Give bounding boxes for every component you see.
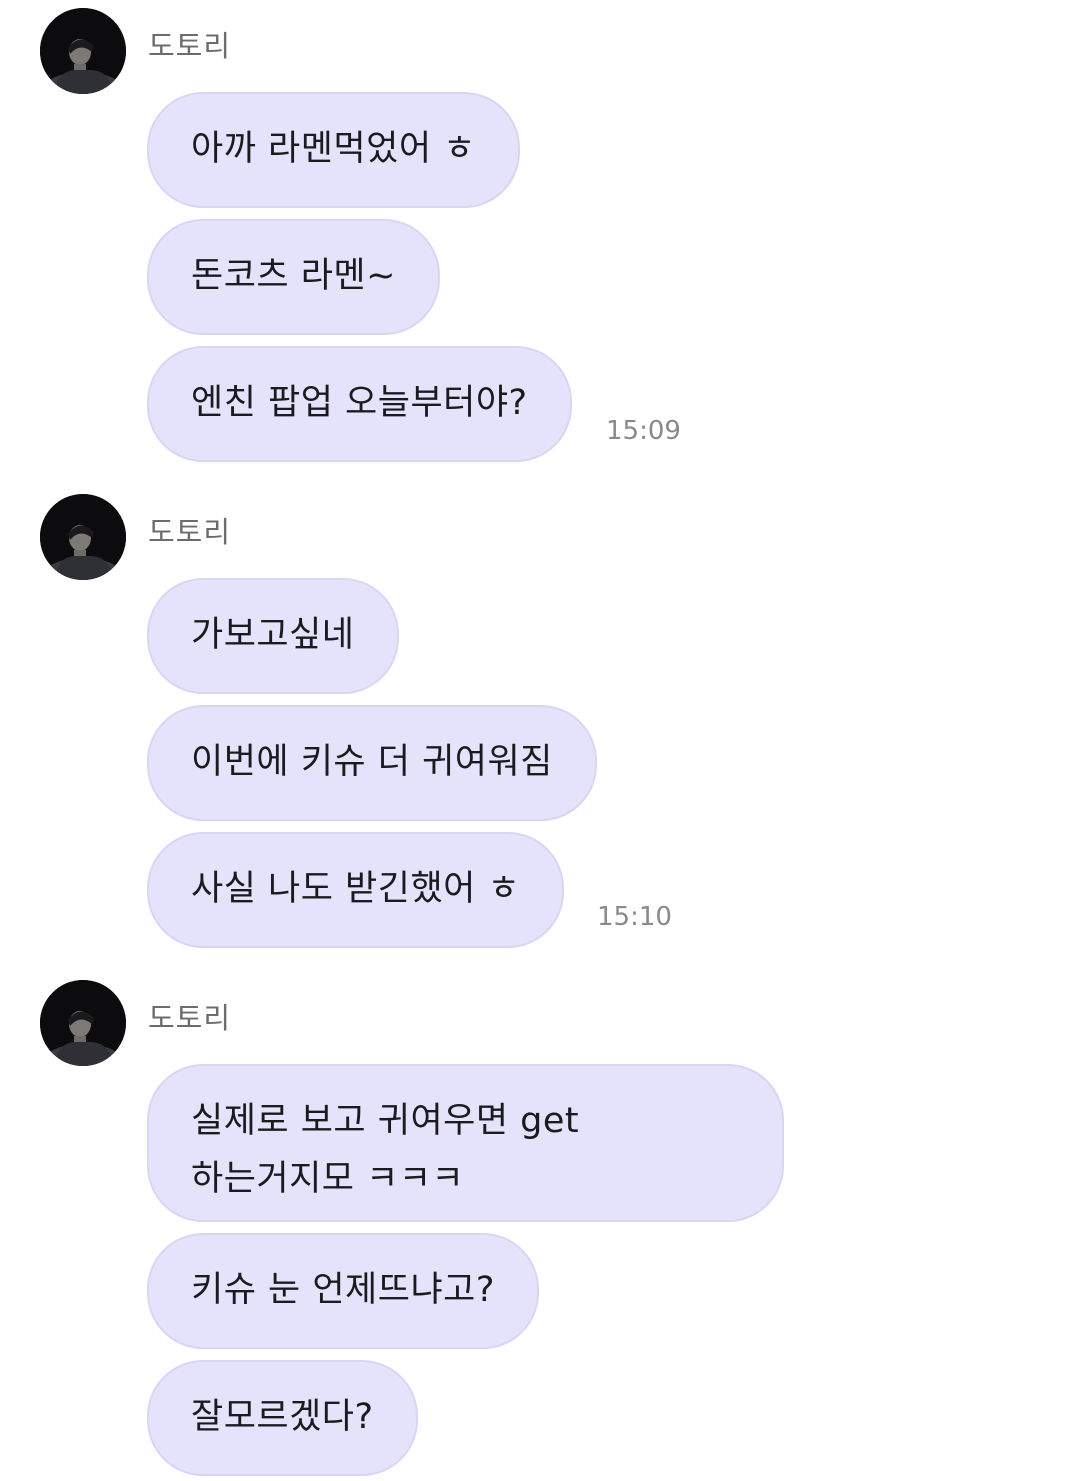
message-bubble[interactable]: 엔친 팝업 오늘부터야? <box>147 346 572 462</box>
message-timestamp: 15:09 <box>606 416 681 446</box>
message-bubble[interactable]: 이번에 키슈 더 귀여워짐 <box>147 705 597 821</box>
message-bubble[interactable]: 키슈 눈 언제뜨냐고? <box>147 1233 539 1349</box>
avatar[interactable] <box>40 980 126 1066</box>
sender-name: 도토리 <box>148 29 232 63</box>
message-bubble[interactable]: 돈코츠 라멘~ <box>147 219 440 335</box>
sender-name: 도토리 <box>148 515 232 549</box>
avatar[interactable] <box>40 494 126 580</box>
message-bubble[interactable]: 사실 나도 받긴했어 ㅎ <box>147 832 565 948</box>
profile-photo-icon <box>40 8 126 94</box>
message-bubble[interactable]: 아까 라멘먹었어 ㅎ <box>147 92 520 208</box>
sender-name: 도토리 <box>148 1001 232 1035</box>
profile-photo-icon <box>40 494 126 580</box>
message-bubble[interactable]: 잘모르겠다? <box>147 1360 418 1476</box>
profile-photo-icon <box>40 980 126 1066</box>
message-bubble[interactable]: 실제로 보고 귀여우면 get 하는거지모 ㅋㅋㅋ <box>147 1064 784 1222</box>
message-timestamp: 15:10 <box>597 902 672 932</box>
message-bubble[interactable]: 가보고싶네 <box>147 578 399 694</box>
avatar[interactable] <box>40 8 126 94</box>
